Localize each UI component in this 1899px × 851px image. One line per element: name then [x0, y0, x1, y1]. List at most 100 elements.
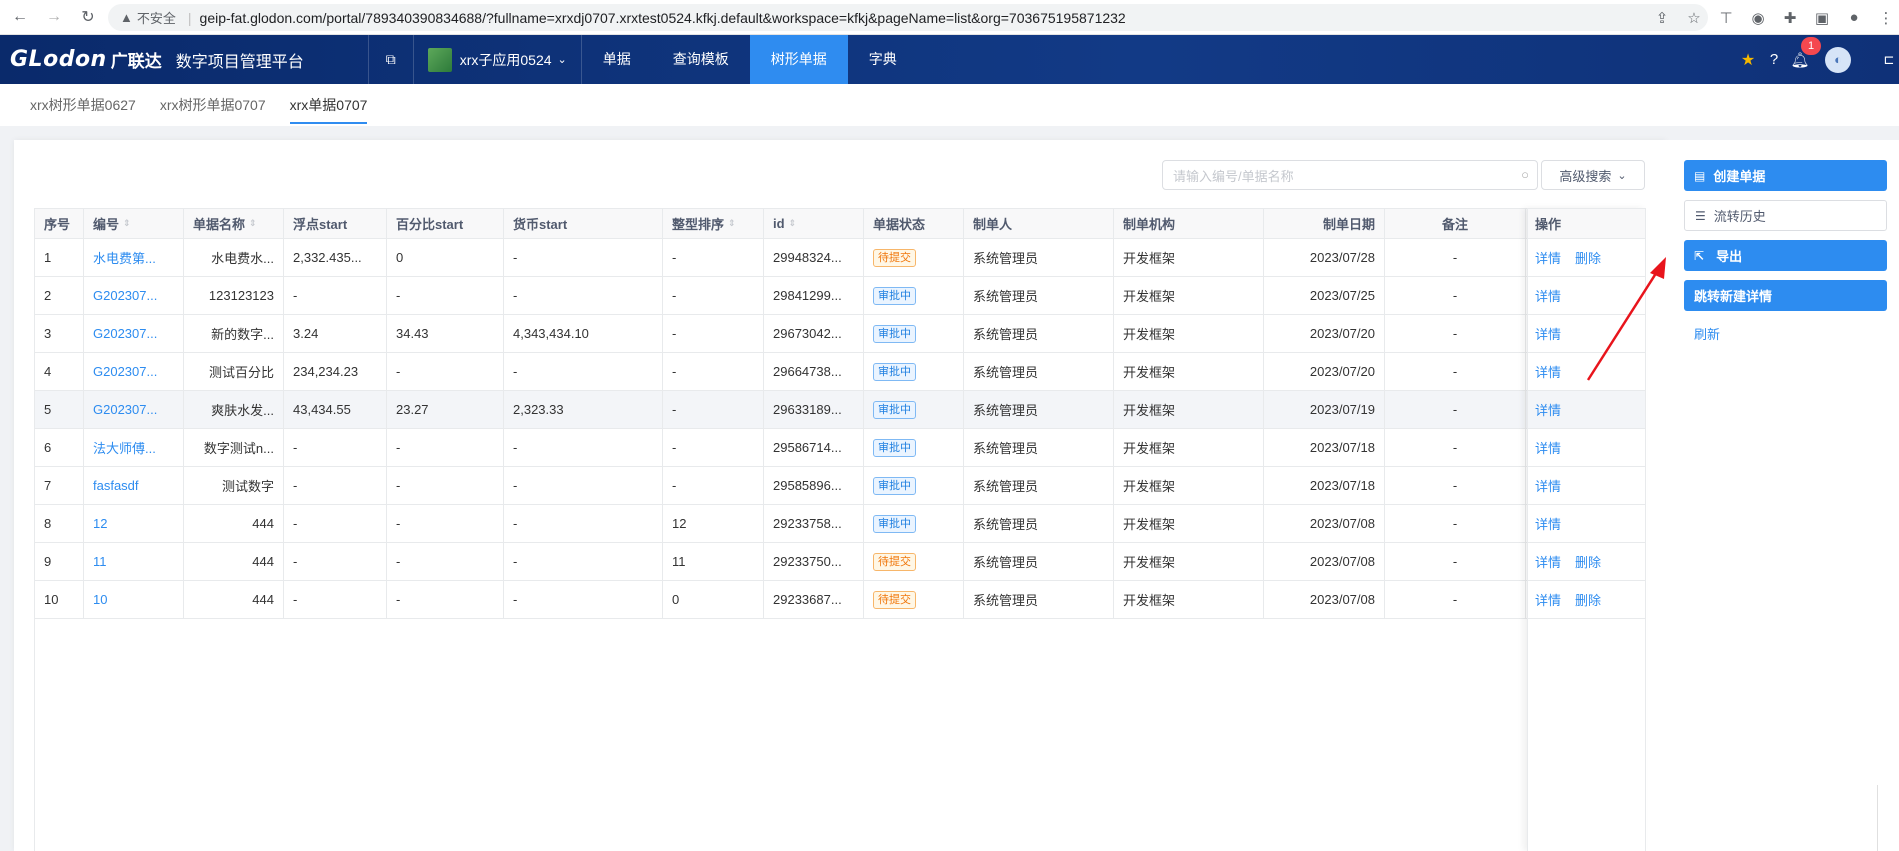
cell-text: 系统管理员: [973, 479, 1039, 494]
bill-code-link[interactable]: 10: [93, 592, 107, 607]
favorite-star-icon[interactable]: ★: [1735, 35, 1761, 84]
sort-icon[interactable]: ⇕: [123, 219, 131, 228]
bookmark-star-icon[interactable]: ☆: [1681, 5, 1707, 31]
org-switch-icon[interactable]: ⧉: [369, 35, 413, 84]
refresh-link[interactable]: 刷新: [1694, 324, 1720, 343]
cell-text: 开发框架: [1123, 251, 1176, 266]
cell-text: -: [513, 288, 518, 303]
export-button[interactable]: ⇱ 导出: [1684, 240, 1887, 271]
col-id[interactable]: id ⇕: [764, 209, 864, 238]
puzzle-icon[interactable]: ✚: [1777, 5, 1803, 31]
cell-text: -: [1452, 326, 1458, 341]
table-row[interactable]: 1 水电费第... 水电费水... 2,332.435... 0 - - 29948324..…: [35, 239, 1645, 277]
share-icon[interactable]: ⇪: [1649, 5, 1675, 31]
tab-bill-0707[interactable]: xrx单据0707: [289, 84, 367, 126]
search-input[interactable]: 请输入编号/单据名称 ○: [1162, 160, 1538, 190]
table-row[interactable]: 2 G202307... 123123123 - - - - 29841299... 审批中 系统…: [35, 277, 1645, 315]
cell-text: -: [672, 288, 677, 303]
menu-dots-icon[interactable]: ⋮: [1873, 5, 1899, 31]
tab-tree-bill-0707[interactable]: xrx树形单据0707: [160, 84, 266, 126]
cell-text: -: [672, 478, 677, 493]
table-body: 1 水电费第... 水电费水... 2,332.435... 0 - - 29948324..…: [35, 239, 1645, 619]
menu-item-query-template[interactable]: 查询模板: [652, 35, 750, 84]
table-row[interactable]: 9 11 444 - - - 11 29233750... 待提交 系统管理员 开发框架 2023/0…: [35, 543, 1645, 581]
flow-history-button[interactable]: ☰ 流转历史: [1684, 200, 1887, 231]
app-switcher[interactable]: xrx子应用0524 ⌄: [414, 35, 581, 84]
cell-intsort: -: [663, 315, 764, 352]
bill-code-link[interactable]: G202307...: [93, 402, 157, 417]
cell-text: 系统管理员: [973, 441, 1039, 456]
cell-text: -: [672, 364, 677, 379]
cell-text: -: [513, 516, 518, 531]
cell-text: 2023/07/18: [1309, 478, 1375, 493]
table-row[interactable]: 5 G202307... 爽肤水发... 43,434.55 23.27 2,323.33…: [35, 391, 1645, 429]
bill-code-link[interactable]: 法大师傅...: [93, 438, 156, 457]
cell-code: 法大师傅...: [84, 429, 184, 466]
profile-icon[interactable]: ●: [1841, 5, 1867, 31]
cell-id: 29585896...: [764, 467, 864, 504]
sort-icon[interactable]: ⇕: [249, 219, 257, 228]
create-bill-button[interactable]: ▤ 创建单据: [1684, 160, 1887, 191]
cell-seq: 5: [35, 391, 84, 428]
status-badge: 待提交: [873, 248, 916, 267]
bill-code-link[interactable]: G202307...: [93, 326, 157, 341]
search-placeholder: 请输入编号/单据名称: [1173, 168, 1294, 184]
history-icon: ☰: [1695, 208, 1706, 223]
status-badge: 待提交: [873, 552, 916, 571]
bell-icon[interactable]: 🔔︎ 1: [1787, 35, 1821, 84]
cell-status: 审批中: [864, 391, 964, 428]
sort-icon[interactable]: ⇕: [728, 219, 736, 228]
help-icon[interactable]: ?: [1761, 35, 1787, 84]
bill-code-link[interactable]: 水电费第...: [93, 248, 156, 267]
cell-org: 开发框架: [1114, 505, 1264, 542]
cell-text: -: [513, 440, 518, 455]
cell-text: -: [396, 478, 401, 493]
col-code[interactable]: 编号 ⇕: [84, 209, 184, 238]
tab-tree-bill-0627[interactable]: xrx树形单据0627: [30, 84, 136, 126]
cell-seq: 8: [35, 505, 84, 542]
col-creator: 制单人: [964, 209, 1114, 238]
table-row[interactable]: 10 10 444 - - - 0 29233687... 待提交 系统管理员 开发框架 2023/0…: [35, 581, 1645, 619]
table-row[interactable]: 6 法大师傅... 数字测试n... - - - - 29586714... 审批中 系统管理员 开…: [35, 429, 1645, 467]
filter-extension-icon[interactable]: ⊤: [1713, 5, 1739, 31]
sort-icon[interactable]: ⇕: [789, 219, 797, 228]
forward-icon[interactable]: →: [40, 3, 68, 31]
table-header: 序号 编号 ⇕ 单据名称 ⇕ 浮点start 百分比start 货币start 整型…: [35, 208, 1645, 239]
table-row[interactable]: 4 G202307... 测试百分比 234,234.23 - - - 29664738...…: [35, 353, 1645, 391]
sidepanel-icon[interactable]: ▣: [1809, 5, 1835, 31]
cell-text: 123123123: [208, 288, 274, 303]
user-avatar[interactable]: ◐: [1825, 46, 1851, 73]
cell-text: 29585896...: [773, 478, 842, 493]
address-bar[interactable]: ▲ 不安全 | geip-fat.glodon.com/portal/78934…: [108, 4, 1708, 31]
bill-code-link[interactable]: 11: [93, 554, 107, 569]
bill-code-link[interactable]: fasfasdf: [93, 478, 139, 493]
menu-item-tree-bill[interactable]: 树形单据: [749, 35, 848, 84]
cell-float: -: [284, 543, 387, 580]
bill-code-link[interactable]: G202307...: [93, 364, 157, 379]
jump-new-detail-button[interactable]: 跳转新建详情: [1684, 280, 1887, 311]
col-name[interactable]: 单据名称 ⇕: [184, 209, 284, 238]
extension-off-icon[interactable]: ◉: [1745, 5, 1771, 31]
cell-date: 2023/07/19: [1264, 391, 1385, 428]
advanced-search-button[interactable]: 高级搜索 ⌄: [1541, 160, 1645, 190]
menu-item-bill[interactable]: 单据: [582, 35, 652, 84]
logout-icon[interactable]: ⊏: [1879, 35, 1899, 84]
side-tools[interactable]: [1877, 785, 1899, 851]
back-icon[interactable]: ←: [6, 3, 34, 31]
reload-icon[interactable]: ↻: [74, 3, 102, 31]
cell-intsort: -: [663, 239, 764, 276]
cell-currency: -: [504, 277, 663, 314]
cell-intsort: -: [663, 429, 764, 466]
cell-float: -: [284, 505, 387, 542]
menu-item-dictionary[interactable]: 字典: [848, 35, 918, 84]
cell-org: 开发框架: [1114, 353, 1264, 390]
search-icon[interactable]: ○: [1521, 167, 1529, 182]
notification-badge: 1: [1801, 37, 1821, 55]
col-intsort[interactable]: 整型排序 ⇕: [663, 209, 764, 238]
bill-code-link[interactable]: G202307...: [93, 288, 157, 303]
table-row[interactable]: 7 fasfasdf 测试数字 - - - - 29585896... 审批中 系统管理员 开发框架…: [35, 467, 1645, 505]
table-row[interactable]: 8 12 444 - - - 12 29233758... 审批中 系统管理员 开发框架 2023/0…: [35, 505, 1645, 543]
bill-code-link[interactable]: 12: [93, 516, 107, 531]
cell-org: 开发框架: [1114, 429, 1264, 466]
table-row[interactable]: 3 G202307... 新的数字... 3.24 34.43 4,343,434.10 -…: [35, 315, 1645, 353]
